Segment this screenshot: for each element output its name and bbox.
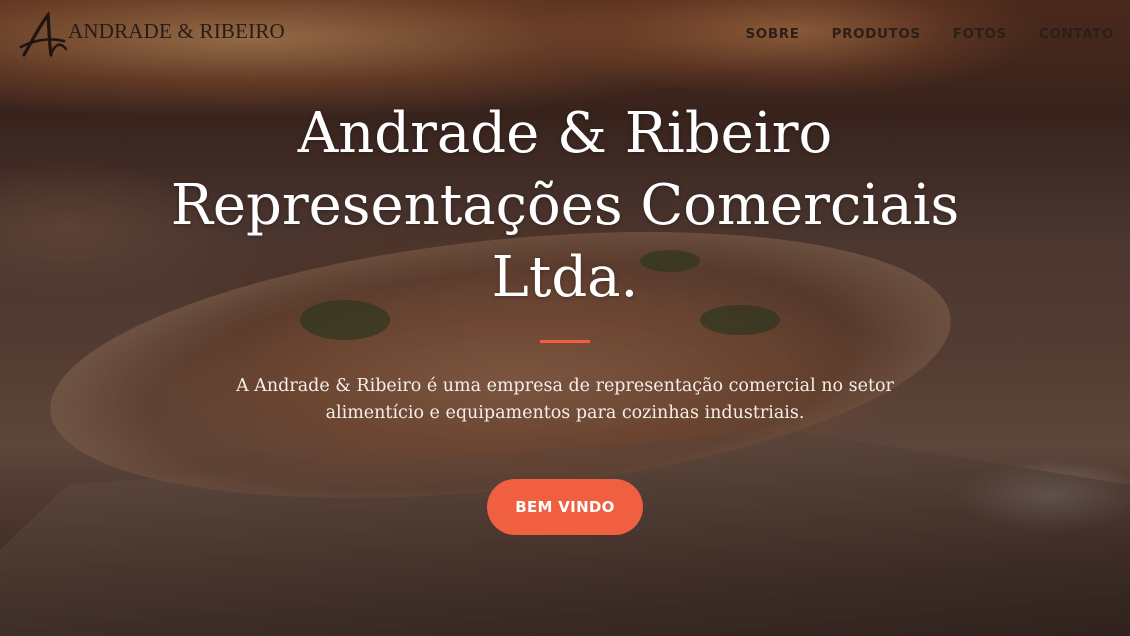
hero-title-line-2: Representações Comerciais [170,173,960,238]
hero-title-line-1: Andrade & Ribeiro [297,101,833,166]
hero-description: A Andrade & Ribeiro é uma empresa de rep… [236,376,894,423]
hero-title-line-3: Ltda. [491,245,639,310]
brand-name: ANDRADE & RIBEIRO [68,18,285,43]
nav-menu: SOBRE PRODUTOS FOTOS CONTATO [729,26,1114,42]
hero-title: Andrade & Ribeiro Representações Comerci… [0,98,1130,314]
nav-link-sobre[interactable]: SOBRE [729,26,815,42]
nav-link-produtos[interactable]: PRODUTOS [816,26,937,42]
hero-section: Andrade & Ribeiro Representações Comerci… [0,98,1130,535]
nav-item-fotos: FOTOS [937,26,1023,42]
top-navbar: ANDRADE & RIBEIRO SOBRE PRODUTOS FOTOS C… [0,0,1130,72]
hero-divider [540,340,590,343]
nav-item-sobre: SOBRE [729,26,815,42]
brand-home-link[interactable]: ANDRADE & RIBEIRO [18,10,285,62]
nav-item-produtos: PRODUTOS [816,26,937,42]
nav-link-contato[interactable]: CONTATO [1023,26,1114,42]
welcome-button[interactable]: BEM VINDO [487,479,643,535]
ar-monogram-logo-icon [19,11,68,57]
nav-item-contato: CONTATO [1023,26,1114,42]
nav-link-fotos[interactable]: FOTOS [937,26,1023,42]
